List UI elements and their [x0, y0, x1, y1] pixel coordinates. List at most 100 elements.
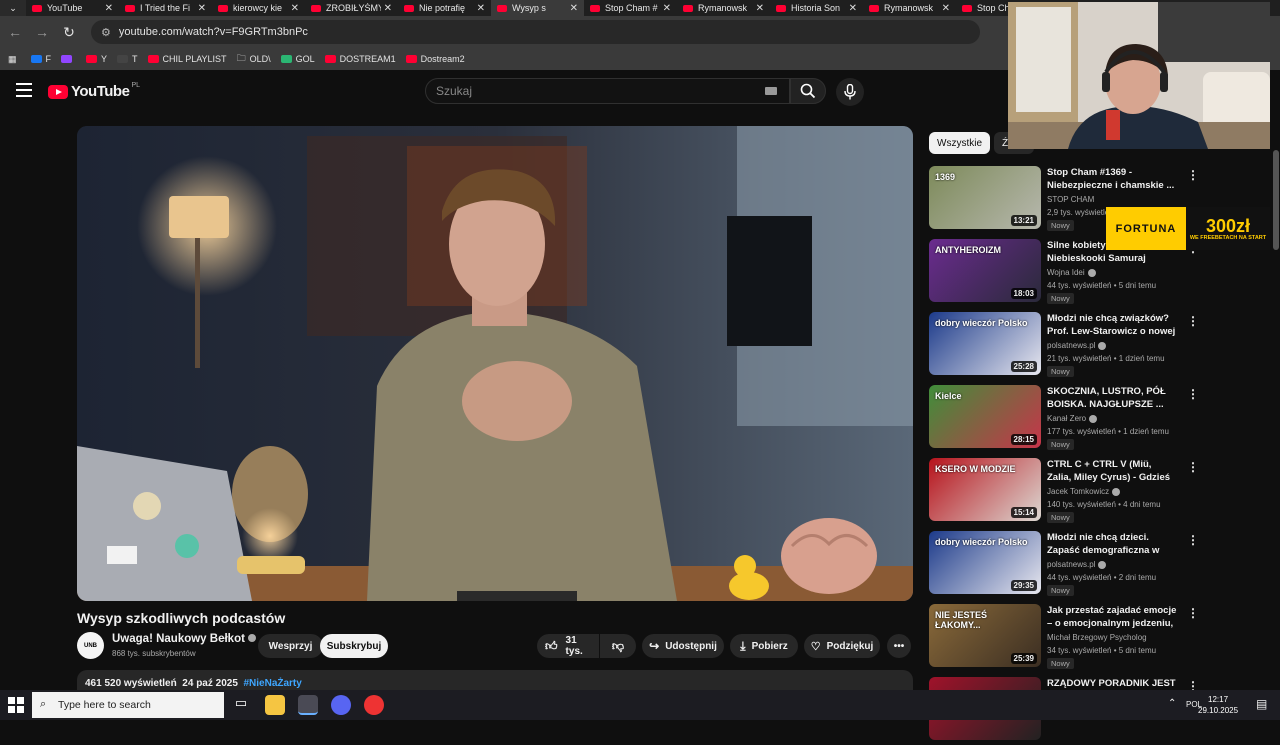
more-options-icon[interactable]: ⋮ [1187, 460, 1199, 474]
channel-name[interactable]: Uwaga! Naukowy Bełkot [112, 633, 256, 645]
recommendation-title[interactable]: Młodzi nie chcą związków? Prof. Lew-Star… [1047, 312, 1177, 339]
recommendation-thumbnail[interactable]: ANTYHEROIZM 18:03 [929, 239, 1041, 302]
recommendation-thumbnail[interactable]: dobry wieczór Polsko 25:28 [929, 312, 1041, 375]
more-options-icon[interactable]: ⋮ [1187, 387, 1199, 401]
bookmark-item[interactable]: DOSTREAM1 [324, 54, 396, 64]
back-button[interactable]: ← [3, 24, 27, 40]
reload-button[interactable]: ↻ [57, 24, 81, 41]
recommendation-item[interactable]: Kielce 28:15 SKOCZNIA, LUSTRO, PÓŁ BOISKA.… [929, 385, 1199, 453]
close-tab-icon[interactable]: ✕ [105, 3, 113, 14]
browser-tab[interactable]: YouTube ✕ [26, 0, 119, 16]
thumbnail-caption: NIE JESTEŚ ŁAKOMY... [935, 610, 988, 630]
search-input[interactable]: Szukaj [425, 78, 790, 104]
system-clock[interactable]: 12:17 29.10.2025 [1198, 694, 1238, 716]
close-tab-icon[interactable]: ✕ [849, 3, 857, 14]
app-icon[interactable] [364, 695, 384, 715]
recommendation-channel[interactable]: Kanał Zero [1047, 414, 1098, 423]
chrome-icon[interactable] [298, 695, 318, 715]
close-tab-icon[interactable]: ✕ [570, 3, 578, 14]
join-button[interactable]: Wesprzyj [258, 634, 323, 658]
discord-icon[interactable] [331, 695, 351, 715]
recommendation-title[interactable]: Jak przestać zajadać emocje – o emocjona… [1047, 604, 1177, 631]
recommendation-item[interactable]: dobry wieczór Polsko 25:28 Młodzi nie chcą… [929, 312, 1199, 380]
recommendation-item[interactable]: KSERO W MODZIE 15:14 CTRL C + CTRL V (Miü,… [929, 458, 1199, 526]
browser-tab[interactable]: Historia Son ✕ [770, 0, 863, 16]
recommendation-channel[interactable]: polsatnews.pl [1047, 560, 1107, 569]
recommendation-channel[interactable]: Michał Brzegowy Psycholog [1047, 633, 1147, 642]
recommendation-thumbnail[interactable]: 1369 13:21 [929, 166, 1041, 229]
video-player[interactable] [77, 126, 913, 601]
address-bar[interactable]: ⚙ youtube.com/watch?v=F9GRTm3bnPc [91, 20, 980, 44]
recommendation-thumbnail[interactable]: KSERO W MODZIE 15:14 [929, 458, 1041, 521]
bookmark-item[interactable]: T [117, 54, 138, 64]
hashtag-link[interactable]: #NieNaŻarty [243, 678, 301, 689]
more-options-icon[interactable]: ⋮ [1187, 606, 1199, 620]
recommendation-thumbnail[interactable]: Kielce 28:15 [929, 385, 1041, 448]
recommendation-meta: 44 tys. wyświetleń • 5 dni temu [1047, 281, 1157, 290]
recommendation-channel[interactable]: Wojna Idei [1047, 268, 1096, 277]
more-options-icon[interactable]: ⋮ [1187, 314, 1199, 328]
browser-tab[interactable]: Rymanowsk ✕ [677, 0, 770, 16]
apps-icon[interactable]: ▦ [8, 54, 17, 65]
dislike-button[interactable]: 👎︎ [600, 634, 636, 658]
close-tab-icon[interactable]: ✕ [198, 3, 206, 14]
tab-search-menu-button[interactable]: ⌄ [0, 0, 26, 16]
bookmark-item[interactable]: Y [86, 54, 107, 64]
file-explorer-icon[interactable] [265, 695, 285, 715]
bookmark-item[interactable]: CHIL PLAYLIST [147, 54, 227, 64]
recommendation-title[interactable]: SKOCZNIA, LUSTRO, PÓŁ BOISKA. NAJGŁUPSZE… [1047, 385, 1177, 412]
search-button[interactable] [790, 78, 826, 104]
close-tab-icon[interactable]: ✕ [942, 3, 950, 14]
download-button[interactable]: ⤓ Pobierz [730, 634, 798, 658]
browser-tab[interactable]: Stop Cham # ✕ [584, 0, 677, 16]
notification-icon[interactable]: ▤ [1256, 697, 1267, 711]
recommendation-thumbnail[interactable]: dobry wieczór Polsko 29:35 [929, 531, 1041, 594]
like-button[interactable]: 👍︎ 31 tys. [537, 634, 599, 658]
scrollbar-thumb[interactable] [1273, 150, 1279, 250]
site-settings-icon[interactable]: ⚙ [101, 26, 111, 39]
recommendation-title[interactable]: Stop Cham #1369 - Niebezpieczne i chamsk… [1047, 166, 1177, 193]
bookmark-item[interactable]: F [30, 54, 51, 64]
youtube-logo[interactable]: YouTube PL [48, 82, 140, 100]
channel-avatar[interactable]: UNB [77, 632, 104, 659]
browser-tab[interactable]: Wysyp s ✕ [491, 0, 584, 16]
forward-button[interactable]: → [30, 24, 54, 40]
recommendation-item[interactable]: dobry wieczór Polsko 29:35 Młodzi nie chcą… [929, 531, 1199, 599]
browser-tab[interactable]: I Tried the Fi ✕ [119, 0, 212, 16]
close-tab-icon[interactable]: ✕ [477, 3, 485, 14]
bookmark-item[interactable]: 🗀︎ OLD\ [237, 51, 271, 67]
more-options-icon[interactable]: ⋮ [1187, 533, 1199, 547]
task-view-icon[interactable]: ▭ [231, 695, 251, 715]
thanks-button[interactable]: ♡ Podziękuj [804, 634, 880, 658]
recommendation-title[interactable]: CTRL C + CTRL V (Miü, Zalia, Miley Cyrus… [1047, 458, 1177, 485]
more-options-icon[interactable]: ⋮ [1187, 168, 1199, 182]
close-tab-icon[interactable]: ✕ [663, 3, 671, 14]
taskbar-search-input[interactable]: ⌕ Type here to search [32, 692, 224, 718]
close-tab-icon[interactable]: ✕ [291, 3, 299, 14]
recommendation-channel[interactable]: polsatnews.pl [1047, 341, 1107, 350]
menu-icon[interactable] [16, 83, 32, 99]
browser-tab[interactable]: Nie potrafię ✕ [398, 0, 491, 16]
subscribe-button[interactable]: Subskrybuj [320, 634, 388, 658]
voice-search-button[interactable] [836, 78, 864, 106]
page-scrollbar[interactable] [1272, 70, 1280, 690]
close-tab-icon[interactable]: ✕ [756, 3, 764, 14]
browser-tab[interactable]: Rymanowsk ✕ [863, 0, 956, 16]
close-tab-icon[interactable]: ✕ [384, 3, 392, 14]
recommendation-channel[interactable]: Jacek Tomkowicz [1047, 487, 1121, 496]
windows-start-icon[interactable] [8, 697, 24, 713]
keyboard-icon[interactable] [765, 87, 777, 95]
recommendation-title[interactable]: Młodzi nie chcą dzieci. Zapaść demografi… [1047, 531, 1177, 558]
bookmark-item[interactable] [61, 55, 76, 63]
browser-tab[interactable]: kierowcy kie ✕ [212, 0, 305, 16]
more-actions-button[interactable]: ••• [887, 634, 911, 658]
recommendation-thumbnail[interactable]: NIE JESTEŚ ŁAKOMY... 25:39 [929, 604, 1041, 667]
bookmark-item[interactable]: GOL [280, 54, 315, 64]
tray-chevron-icon[interactable]: ⌃ [1168, 698, 1176, 709]
browser-tab[interactable]: ZROBIŁYŚMY ✕ [305, 0, 398, 16]
recommendation-item[interactable]: NIE JESTEŚ ŁAKOMY... 25:39 Jak przestać za… [929, 604, 1199, 672]
bookmark-item[interactable]: Dostream2 [405, 54, 465, 64]
share-button[interactable]: ↪ Udostępnij [642, 634, 724, 658]
chip-all[interactable]: Wszystkie [929, 132, 990, 154]
recommendation-channel[interactable]: STOP CHAM [1047, 195, 1094, 204]
